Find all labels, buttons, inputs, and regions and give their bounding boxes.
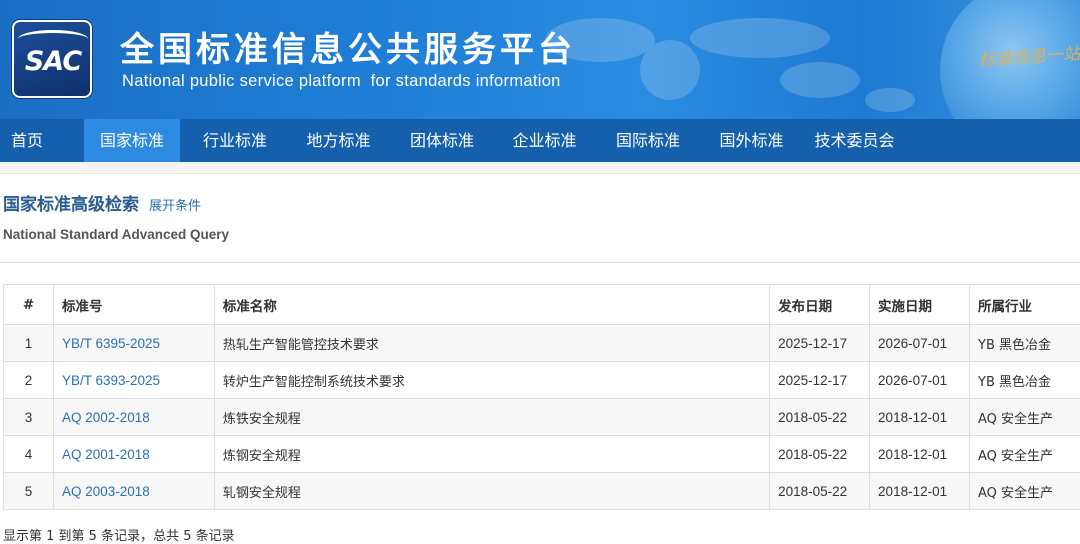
results-table-wrapper: # 标准号 标准名称 发布日期 实施日期 所属行业 1 YB/T 6395-20… — [3, 284, 1080, 510]
site-header: SAC 全国标准信息公共服务平台 National public service… — [0, 0, 1080, 119]
publish-date: 2018-05-22 — [770, 436, 870, 473]
site-title: 全国标准信息公共服务平台 — [120, 22, 576, 71]
section-divider — [0, 262, 1080, 263]
row-index: 5 — [4, 473, 54, 510]
nav-spacer — [54, 119, 84, 162]
nav-technical-committees[interactable]: 技术委员会 — [799, 119, 910, 162]
table-row: 2 YB/T 6393-2025 转炉生产智能控制系统技术要求 2025-12-… — [4, 362, 1080, 399]
table-header-row: # 标准号 标准名称 发布日期 实施日期 所属行业 — [4, 285, 1080, 325]
table-row: 3 AQ 2002-2018 炼铁安全规程 2018-05-22 2018-12… — [4, 399, 1080, 436]
col-header-publish-date[interactable]: 发布日期 — [770, 285, 870, 325]
world-map-decoration — [520, 0, 940, 119]
nav-national-standards[interactable]: 国家标准 — [84, 119, 180, 162]
row-index: 1 — [4, 325, 54, 362]
standard-name: 转炉生产智能控制系统技术要求 — [214, 362, 769, 399]
row-index: 3 — [4, 399, 54, 436]
col-header-name[interactable]: 标准名称 — [214, 285, 769, 325]
col-header-index[interactable]: # — [4, 285, 54, 325]
row-index: 2 — [4, 362, 54, 399]
publish-date: 2018-05-22 — [770, 399, 870, 436]
table-row: 4 AQ 2001-2018 炼钢安全规程 2018-05-22 2018-12… — [4, 436, 1080, 473]
search-title: 国家标准高级检索 — [3, 190, 139, 215]
standard-code-link[interactable]: YB/T 6393-2025 — [62, 373, 160, 388]
content-top-band — [0, 162, 1080, 174]
pagination-summary: 显示第 1 到第 5 条记录，总共 5 条记录 — [3, 525, 235, 544]
industry: AQ 安全生产 — [970, 473, 1080, 510]
nav-foreign-standards[interactable]: 国外标准 — [704, 119, 799, 162]
standard-code-link[interactable]: AQ 2001-2018 — [62, 447, 150, 462]
table-row: 5 AQ 2003-2018 轧钢安全规程 2018-05-22 2018-12… — [4, 473, 1080, 510]
col-header-industry[interactable]: 所属行业 — [970, 285, 1080, 325]
publish-date: 2018-05-22 — [770, 473, 870, 510]
standard-code-link[interactable]: AQ 2002-2018 — [62, 410, 150, 425]
industry: YB 黑色冶金 — [970, 325, 1080, 362]
search-subtitle: National Standard Advanced Query — [3, 227, 229, 242]
sac-logo[interactable]: SAC — [12, 20, 92, 98]
row-index: 4 — [4, 436, 54, 473]
nav-group-standards[interactable]: 团体标准 — [387, 119, 497, 162]
implement-date: 2018-12-01 — [870, 399, 970, 436]
search-heading: 国家标准高级检索 展开条件 — [3, 190, 201, 215]
publish-date: 2025-12-17 — [770, 362, 870, 399]
nav-international-standards[interactable]: 国际标准 — [592, 119, 704, 162]
implement-date: 2026-07-01 — [870, 325, 970, 362]
table-row: 1 YB/T 6395-2025 热轧生产智能管控技术要求 2025-12-17… — [4, 325, 1080, 362]
standard-name: 炼铁安全规程 — [214, 399, 769, 436]
standard-name: 轧钢安全规程 — [214, 473, 769, 510]
standard-code-link[interactable]: AQ 2003-2018 — [62, 484, 150, 499]
logo-text: SAC — [16, 46, 90, 77]
nav-enterprise-standards[interactable]: 企业标准 — [497, 119, 592, 162]
main-nav: 首页 国家标准 行业标准 地方标准 团体标准 企业标准 国际标准 国外标准 技术… — [0, 119, 1080, 162]
nav-local-standards[interactable]: 地方标准 — [290, 119, 387, 162]
standard-name: 炼钢安全规程 — [214, 436, 769, 473]
expand-conditions-link[interactable]: 展开条件 — [149, 195, 201, 214]
nav-home[interactable]: 首页 — [0, 119, 54, 162]
industry: AQ 安全生产 — [970, 399, 1080, 436]
implement-date: 2018-12-01 — [870, 436, 970, 473]
site-subtitle: National public service platform for sta… — [122, 72, 561, 91]
industry: YB 黑色冶金 — [970, 362, 1080, 399]
col-header-implement-date[interactable]: 实施日期 — [870, 285, 970, 325]
results-table: # 标准号 标准名称 发布日期 实施日期 所属行业 1 YB/T 6395-20… — [3, 284, 1080, 510]
implement-date: 2018-12-01 — [870, 473, 970, 510]
implement-date: 2026-07-01 — [870, 362, 970, 399]
publish-date: 2025-12-17 — [770, 325, 870, 362]
standard-code-link[interactable]: YB/T 6395-2025 — [62, 336, 160, 351]
industry: AQ 安全生产 — [970, 436, 1080, 473]
standard-name: 热轧生产智能管控技术要求 — [214, 325, 769, 362]
col-header-code[interactable]: 标准号 — [53, 285, 214, 325]
nav-industry-standards[interactable]: 行业标准 — [180, 119, 290, 162]
